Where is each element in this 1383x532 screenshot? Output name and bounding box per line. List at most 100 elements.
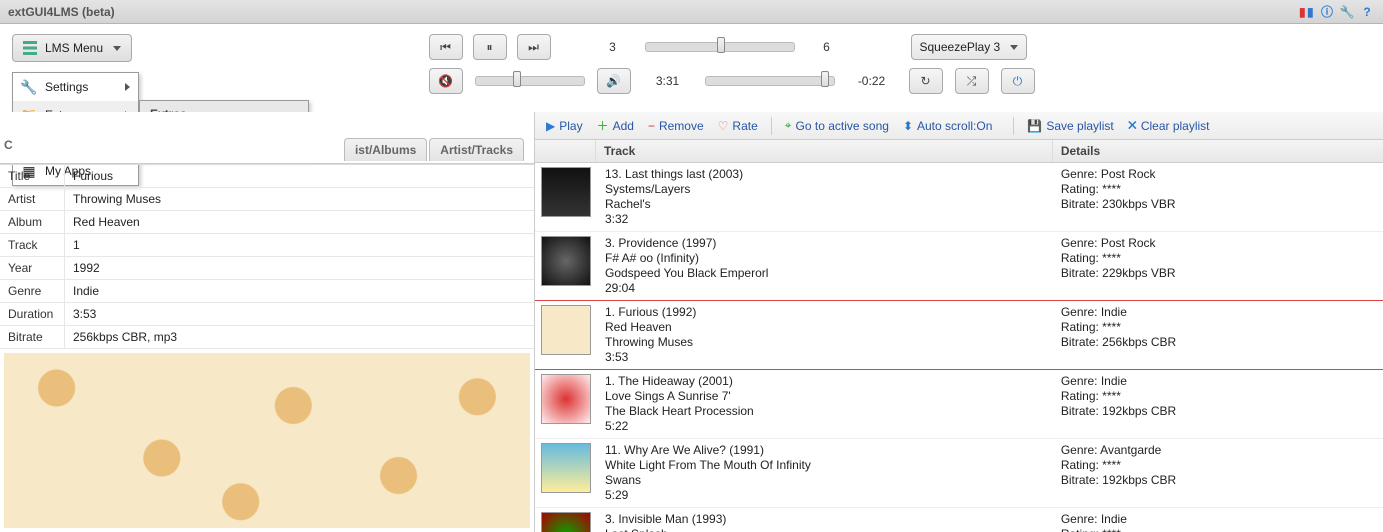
track-info: 1. The Hideaway (2001)Love Sings A Sunri… — [597, 374, 1053, 434]
header-details[interactable]: Details — [1052, 140, 1383, 162]
mute-left-button[interactable]: 🔇 — [429, 68, 463, 94]
repeat-button[interactable]: ↻ — [909, 68, 943, 94]
property-row: ArtistThrowing Muses — [0, 188, 534, 211]
property-key: Genre — [0, 280, 65, 302]
property-value: 256kbps CBR, mp3 — [65, 326, 534, 348]
track-info: 1. Furious (1992)Red HeavenThrowing Muse… — [597, 305, 1053, 365]
tab-artist-albums[interactable]: ist/Albums — [344, 138, 427, 161]
time-elapsed: 3:31 — [643, 74, 693, 88]
tb-save[interactable]: 💾Save playlist — [1022, 117, 1118, 135]
track-art — [541, 443, 591, 493]
playlist-row[interactable]: 11. Why Are We Alive? (1991)White Light … — [535, 439, 1383, 508]
header-track[interactable]: Track — [595, 140, 1052, 162]
property-row: Track1 — [0, 234, 534, 257]
tb-goto[interactable]: ⌖Go to active song — [780, 116, 894, 135]
menu-icon — [23, 41, 37, 55]
playlist-headers: Track Details — [535, 140, 1383, 163]
playlist-row[interactable]: 13. Last things last (2003)Systems/Layer… — [535, 163, 1383, 232]
caret-down-icon — [113, 46, 121, 51]
playlist-row[interactable]: 3. Invisible Man (1993)Last SplashThe Br… — [535, 508, 1383, 532]
wrench-icon: 🔧 — [21, 79, 37, 95]
track-details: Genre: IndieRating: **** — [1053, 512, 1383, 532]
save-icon: 💾 — [1027, 119, 1042, 133]
remove-icon: − — [648, 119, 655, 133]
property-row: AlbumRed Heaven — [0, 211, 534, 234]
pause-button[interactable]: ⏸ — [473, 34, 507, 60]
playlist-toolbar: ▶Play ＋Add −Remove ♡Rate ⌖Go to active s… — [535, 112, 1383, 140]
track-art — [541, 167, 591, 217]
playlist-row[interactable]: 1. Furious (1992)Red HeavenThrowing Muse… — [535, 301, 1383, 370]
property-value: Furious — [65, 165, 534, 187]
tab-artist-tracks[interactable]: Artist/Tracks — [429, 138, 524, 161]
seek-slider[interactable] — [705, 72, 835, 90]
track-info: 3. Invisible Man (1993)Last SplashThe Br… — [597, 512, 1053, 532]
property-value: 1992 — [65, 257, 534, 279]
property-key: Album — [0, 211, 65, 233]
next-button[interactable]: ⏭ — [517, 34, 551, 60]
info-icon[interactable]: ⓘ — [1319, 4, 1335, 20]
time-remaining: -0:22 — [847, 74, 897, 88]
prev-button[interactable]: ⏮ — [429, 34, 463, 60]
tb-rate[interactable]: ♡Rate — [713, 117, 763, 135]
track-art — [541, 374, 591, 424]
left-tab-bar: C ist/Albums Artist/Tracks — [0, 112, 534, 164]
chevron-right-icon — [125, 83, 130, 91]
property-row: Bitrate256kbps CBR, mp3 — [0, 326, 534, 349]
target-icon: ⌖ — [785, 118, 792, 133]
track-details: Genre: Post RockRating: ****Bitrate: 229… — [1053, 236, 1383, 296]
title-bar: extGUI4LMS (beta) ▮▮ ⓘ 🔧 ? — [0, 0, 1383, 24]
track-info: 13. Last things last (2003)Systems/Layer… — [597, 167, 1053, 227]
heart-icon: ♡ — [718, 119, 729, 133]
lms-menu-button[interactable]: LMS Menu — [12, 34, 132, 62]
stats-icon[interactable]: ▮▮ — [1299, 4, 1315, 20]
property-value: Red Heaven — [65, 211, 534, 233]
power-button[interactable]: ⏻ — [1001, 68, 1035, 94]
playlist-row[interactable]: 3. Providence (1997)F# A# oo (Infinity)G… — [535, 232, 1383, 301]
property-value: Throwing Muses — [65, 188, 534, 210]
property-key: Bitrate — [0, 326, 65, 348]
track-details: Genre: IndieRating: ****Bitrate: 192kbps… — [1053, 374, 1383, 434]
lms-menu-label: LMS Menu — [45, 41, 103, 55]
property-key: Duration — [0, 303, 65, 325]
property-key: Artist — [0, 188, 65, 210]
menu-item-settings[interactable]: 🔧 Settings — [13, 73, 138, 101]
track-details: Genre: AvantgardeRating: ****Bitrate: 19… — [1053, 443, 1383, 503]
track-slider[interactable] — [645, 38, 795, 56]
caret-down-icon — [1010, 45, 1018, 50]
property-value: Indie — [65, 280, 534, 302]
track-index: 3 — [593, 40, 633, 54]
window-title: extGUI4LMS (beta) — [8, 5, 115, 19]
property-row: Year1992 — [0, 257, 534, 280]
tb-play[interactable]: ▶Play — [541, 117, 588, 135]
clear-icon: 🗙 — [1128, 115, 1137, 136]
property-row: GenreIndie — [0, 280, 534, 303]
track-total: 6 — [807, 40, 847, 54]
playlist-row[interactable]: 1. The Hideaway (2001)Love Sings A Sunri… — [535, 370, 1383, 439]
help-icon[interactable]: ? — [1359, 4, 1375, 20]
play-icon: ▶ — [546, 119, 555, 133]
scroll-icon: ⬍ — [903, 119, 913, 133]
property-key: Title — [0, 165, 65, 187]
property-row: Duration3:53 — [0, 303, 534, 326]
volume-button[interactable]: 🔊 — [597, 68, 631, 94]
track-details: Genre: IndieRating: ****Bitrate: 256kbps… — [1053, 305, 1383, 365]
track-info: 3. Providence (1997)F# A# oo (Infinity)G… — [597, 236, 1053, 296]
track-art — [541, 512, 591, 532]
tb-remove[interactable]: −Remove — [643, 117, 709, 135]
tb-add[interactable]: ＋Add — [592, 115, 639, 136]
track-art — [541, 236, 591, 286]
property-value: 1 — [65, 234, 534, 256]
property-row: TitleFurious — [0, 165, 534, 188]
volume-slider[interactable] — [475, 72, 585, 90]
album-art — [4, 353, 530, 528]
shuffle-button[interactable]: ⤮ — [955, 68, 989, 94]
property-key: Year — [0, 257, 65, 279]
tb-autoscroll[interactable]: ⬍Auto scroll:On — [898, 117, 1005, 135]
track-art — [541, 305, 591, 355]
settings-icon[interactable]: 🔧 — [1339, 4, 1355, 20]
property-key: Track — [0, 234, 65, 256]
properties-table: TitleFuriousArtistThrowing MusesAlbumRed… — [0, 164, 534, 349]
player-select[interactable]: SqueezePlay 3 — [911, 34, 1028, 60]
tb-clear[interactable]: 🗙Clear playlist — [1123, 113, 1215, 138]
add-icon: ＋ — [597, 117, 609, 134]
